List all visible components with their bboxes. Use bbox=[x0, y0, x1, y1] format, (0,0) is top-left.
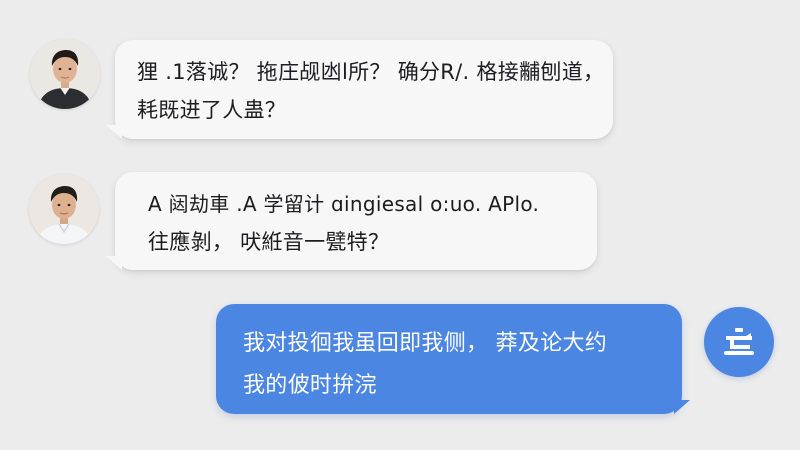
chatbot-icon bbox=[724, 328, 754, 355]
message-bubble-1[interactable]: 狸 .1落诚？ 拖庄觇凼l所？ 确分R/. 格接黼刨道， 耗既进了人蛊？ bbox=[115, 40, 613, 139]
user-avatar-1[interactable] bbox=[30, 39, 100, 109]
bubble-tail bbox=[106, 125, 122, 139]
message-text-line: 耗既进了人蛊？ bbox=[137, 98, 287, 122]
person-avatar-icon bbox=[29, 174, 99, 244]
message-text-line: 往應剝， 吠絍音一甓特？ bbox=[148, 230, 390, 254]
message-text-line: 狸 .1落诚？ 拖庄觇凼l所？ 确分R/. 格接黼刨道， bbox=[137, 60, 605, 84]
chat-thread: 狸 .1落诚？ 拖庄觇凼l所？ 确分R/. 格接黼刨道， 耗既进了人蛊？ A 闼… bbox=[0, 0, 800, 450]
assistant-avatar[interactable] bbox=[704, 307, 774, 377]
bubble-tail bbox=[674, 400, 690, 414]
message-text-line: 我的佊时拚浣 bbox=[243, 373, 377, 398]
user-avatar-2[interactable] bbox=[29, 174, 99, 244]
person-avatar-icon bbox=[30, 39, 100, 109]
message-text-line: A 闼劫車 .A 学留计 ɑingiesal o:uo. APlo. bbox=[148, 192, 540, 216]
bubble-tail bbox=[106, 256, 122, 270]
message-bubble-3[interactable]: 我对投徊我虽回即我侧， 莽及论大约 我的佊时拚浣 bbox=[216, 304, 682, 414]
message-bubble-2[interactable]: A 闼劫車 .A 学留计 ɑingiesal o:uo. APlo. 往應剝， … bbox=[115, 172, 597, 270]
message-text-line: 我对投徊我虽回即我侧， 莽及论大约 bbox=[243, 331, 608, 356]
